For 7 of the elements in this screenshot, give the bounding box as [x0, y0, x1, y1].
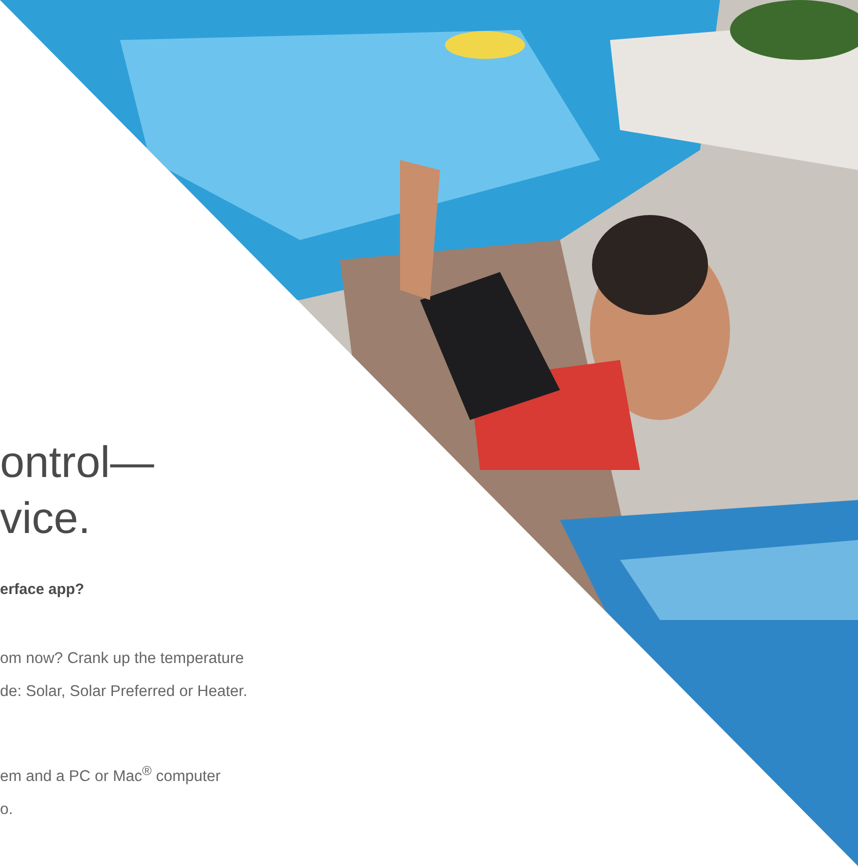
paragraph-line: o.	[0, 800, 13, 820]
paragraph-line: em and a PC or Mac$^{®}$ computer	[0, 762, 221, 788]
paragraph-line: om now? Crank up the temperature	[0, 649, 244, 669]
paragraph-line: de: Solar, Solar Preferred or Heater.	[0, 682, 248, 702]
subheading: erface app?	[0, 581, 84, 598]
headline: ontrol—	[0, 437, 154, 489]
headline: vice.	[0, 493, 90, 545]
